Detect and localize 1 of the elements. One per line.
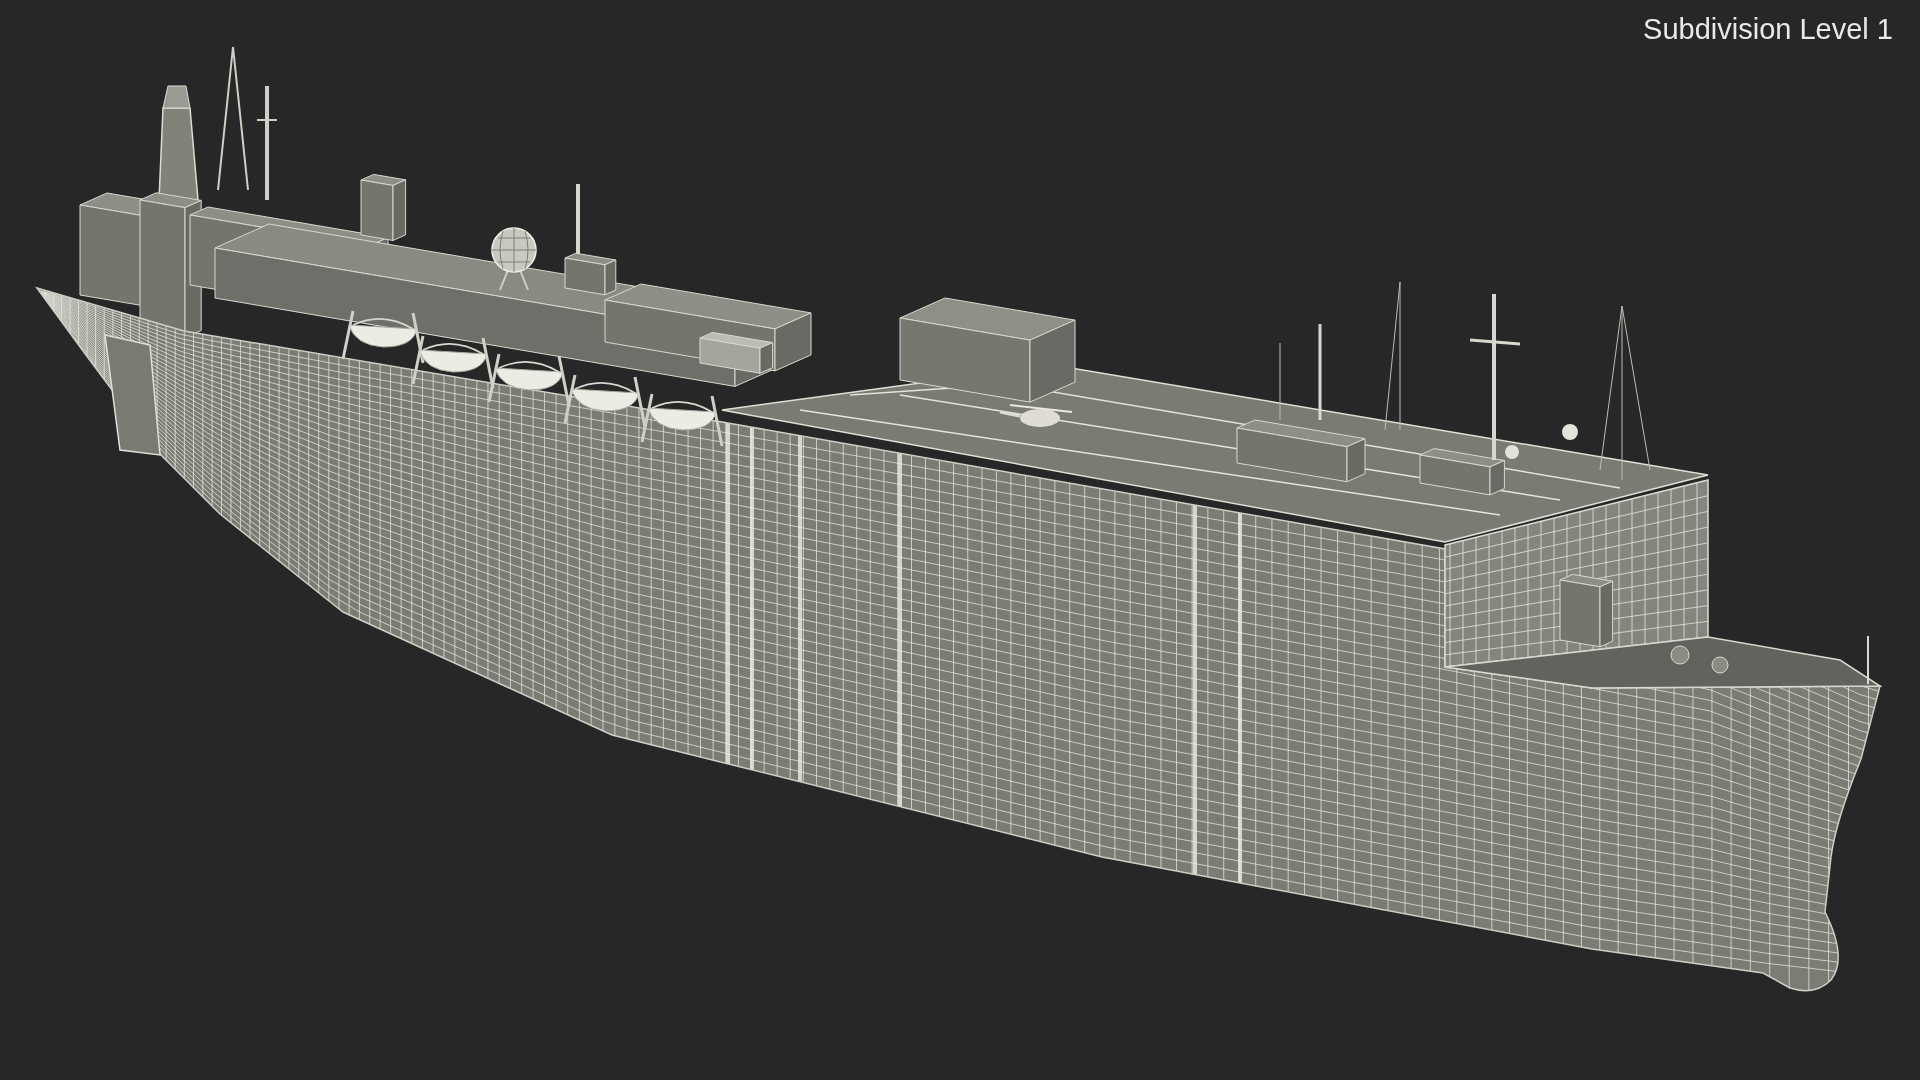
subdivision-level-label: Subdivision Level 1 <box>1643 12 1893 46</box>
